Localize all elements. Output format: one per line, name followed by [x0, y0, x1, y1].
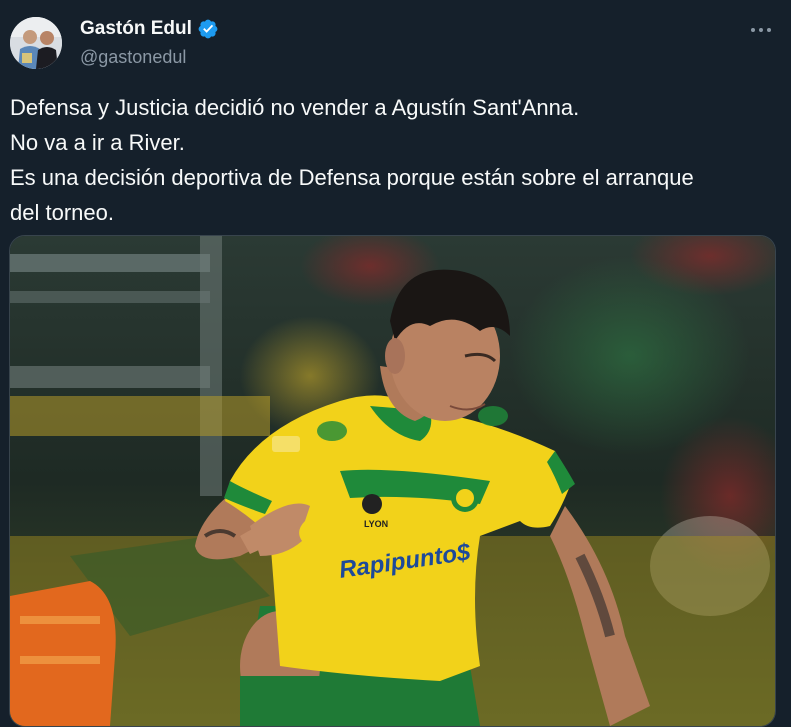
more-options-icon[interactable] [748, 20, 774, 40]
tweet-media-photo[interactable]: Rapipunto$ LYON [9, 235, 776, 727]
soccer-player-photo: Rapipunto$ LYON [10, 236, 775, 726]
tweet-line: No va a ir a River. [10, 130, 185, 155]
tweet-text: Defensa y Justicia decidió no vender a A… [10, 90, 770, 230]
tweet-line: Defensa y Justicia decidió no vender a A… [10, 95, 580, 120]
tweet-line: Es una decisión deportiva de Defensa por… [10, 165, 694, 190]
kit-maker-text: LYON [364, 519, 388, 529]
avatar-image [10, 17, 62, 69]
verified-badge-icon [198, 19, 218, 39]
author-display-name[interactable]: Gastón Edul [80, 18, 192, 40]
author-handle[interactable]: @gastonedul [80, 47, 186, 68]
tweet-card: Gastón Edul @gastonedul Defensa y Justic… [0, 0, 791, 727]
tweet-line: del torneo. [10, 200, 114, 225]
avatar[interactable] [10, 17, 62, 69]
